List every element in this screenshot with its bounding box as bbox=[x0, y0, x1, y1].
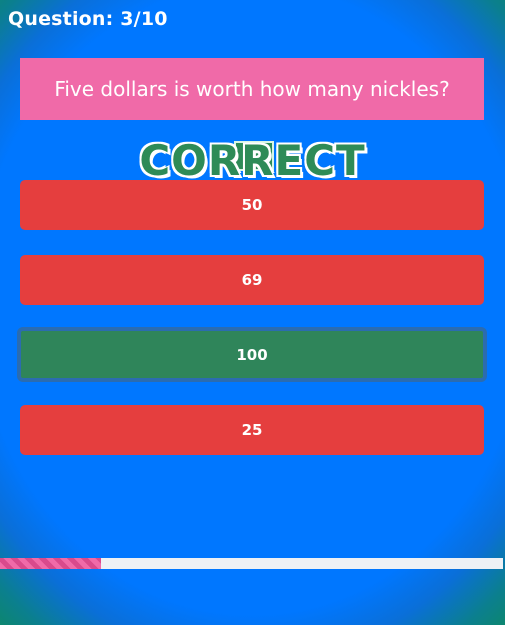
answer-button-2[interactable]: 69 bbox=[20, 255, 484, 305]
answer-button-3[interactable]: 100 bbox=[18, 328, 486, 381]
progress-bar bbox=[0, 558, 503, 569]
question-box: Five dollars is worth how many nickles? bbox=[20, 58, 484, 120]
answer-label: 100 bbox=[236, 345, 268, 364]
answer-button-4[interactable]: 25 bbox=[20, 405, 484, 455]
question-text: Five dollars is worth how many nickles? bbox=[54, 77, 450, 101]
question-counter: Question: 3/10 bbox=[8, 8, 168, 30]
feedback-correct-text: CORRECT bbox=[139, 136, 366, 185]
answer-label: 50 bbox=[241, 196, 263, 214]
answer-label: 69 bbox=[241, 271, 263, 289]
answer-label: 25 bbox=[241, 421, 263, 439]
progress-bar-fill bbox=[0, 558, 101, 569]
answer-button-1[interactable]: 50 bbox=[20, 180, 484, 230]
